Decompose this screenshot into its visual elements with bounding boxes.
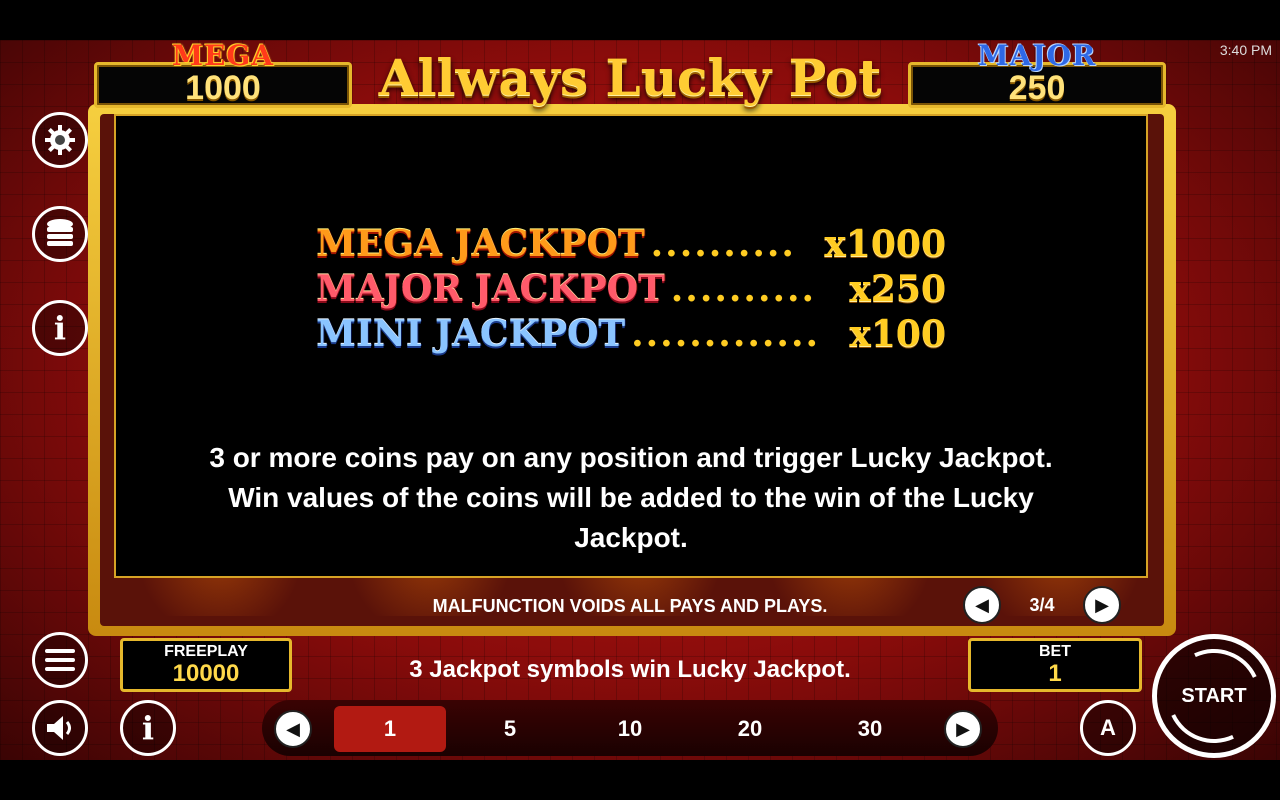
info-icon: i [141,709,155,747]
jackpot-paytable: MEGA JACKPOT .......... x1000 MAJOR JACK… [316,222,946,357]
prev-page-button[interactable]: ◀ [963,586,1001,624]
info-button[interactable]: i [32,300,88,356]
autoplay-label: A [1100,715,1116,740]
arrow-right-icon: ▶ [956,718,970,739]
paytable-dots: .......... [650,223,796,265]
bet-option[interactable]: 10 [574,706,686,752]
coins-icon [47,219,73,246]
status-clock: 3:40 PM [1219,42,1272,58]
bet-increase-button[interactable]: ▶ [944,710,982,748]
status-message: 3 Jackpot symbols win Lucky Jackpot. [409,656,851,683]
coins-button[interactable] [32,206,88,262]
paytable-panel: MEGA JACKPOT .......... x1000 MAJOR JACK… [114,114,1148,578]
arrow-right-icon: ▶ [1095,594,1109,615]
bet-label: BET [1039,643,1071,660]
page-indicator: 3/4 [1029,594,1055,615]
paytable-description: 3 or more coins pay on any position and … [136,438,1126,558]
gear-icon [45,125,75,155]
freeplay-label: FREEPLAY [164,643,248,660]
game-title: Allways Lucky Pot [378,48,882,107]
bet-option[interactable]: 1 [334,706,446,752]
next-page-button[interactable]: ▶ [1083,586,1121,624]
start-label: START [1181,684,1247,707]
menu-button[interactable] [32,632,88,688]
settings-button[interactable] [32,112,88,168]
paytable-multiplier: x250 [849,268,946,310]
arrow-left-icon: ◀ [975,594,989,615]
arrow-left-icon: ◀ [286,718,300,739]
mega-jackpot-label: MEGA [172,39,274,72]
paytable-row-mega: MEGA JACKPOT .......... x1000 [316,222,946,267]
malfunction-notice: MALFUNCTION VOIDS ALL PAYS AND PLAYS. [432,596,828,616]
freeplay-value: 10000 [172,660,240,687]
speaker-icon [47,716,71,740]
paytable-name: MAJOR JACKPOT [316,268,665,310]
bet-value: 1 [1048,660,1062,687]
mega-jackpot-value: 1000 [185,69,261,107]
bet-option[interactable]: 30 [814,706,926,752]
bet-option[interactable]: 20 [694,706,806,752]
paytable-pagination: ◀ 3/4 ▶ [963,586,1121,624]
paytable-multiplier: x1000 [824,223,946,265]
major-jackpot-value: 250 [1008,69,1066,107]
mega-jackpot-box: MEGA 1000 [94,39,352,108]
help-button[interactable]: i [120,700,176,756]
major-jackpot-box: MAJOR 250 [908,39,1166,108]
description-line: 3 or more coins pay on any position and … [209,442,1053,473]
paytable-dots: .......... [670,268,817,310]
freeplay-box: FREEPLAY 10000 [120,638,292,692]
bet-option[interactable]: 5 [454,706,566,752]
start-button[interactable]: START [1152,634,1276,758]
info-icon: i [53,309,67,347]
menu-icon [45,649,75,671]
sound-button[interactable] [32,700,88,756]
paytable-name: MINI JACKPOT [316,313,626,355]
paytable-dots: ............. [631,313,821,355]
paytable-multiplier: x100 [849,313,946,355]
major-jackpot-label: MAJOR [977,39,1097,72]
paytable-name: MEGA JACKPOT [316,223,645,265]
bet-decrease-button[interactable]: ◀ [274,710,312,748]
paytable-row-mini: MINI JACKPOT ............. x100 [316,312,946,357]
autoplay-button[interactable]: A [1080,700,1136,756]
bet-box: BET 1 [968,638,1142,692]
paytable-row-major: MAJOR JACKPOT .......... x250 [316,267,946,312]
description-line: Win values of the coins will be added to… [228,482,1034,513]
description-line: Jackpot. [574,522,688,553]
